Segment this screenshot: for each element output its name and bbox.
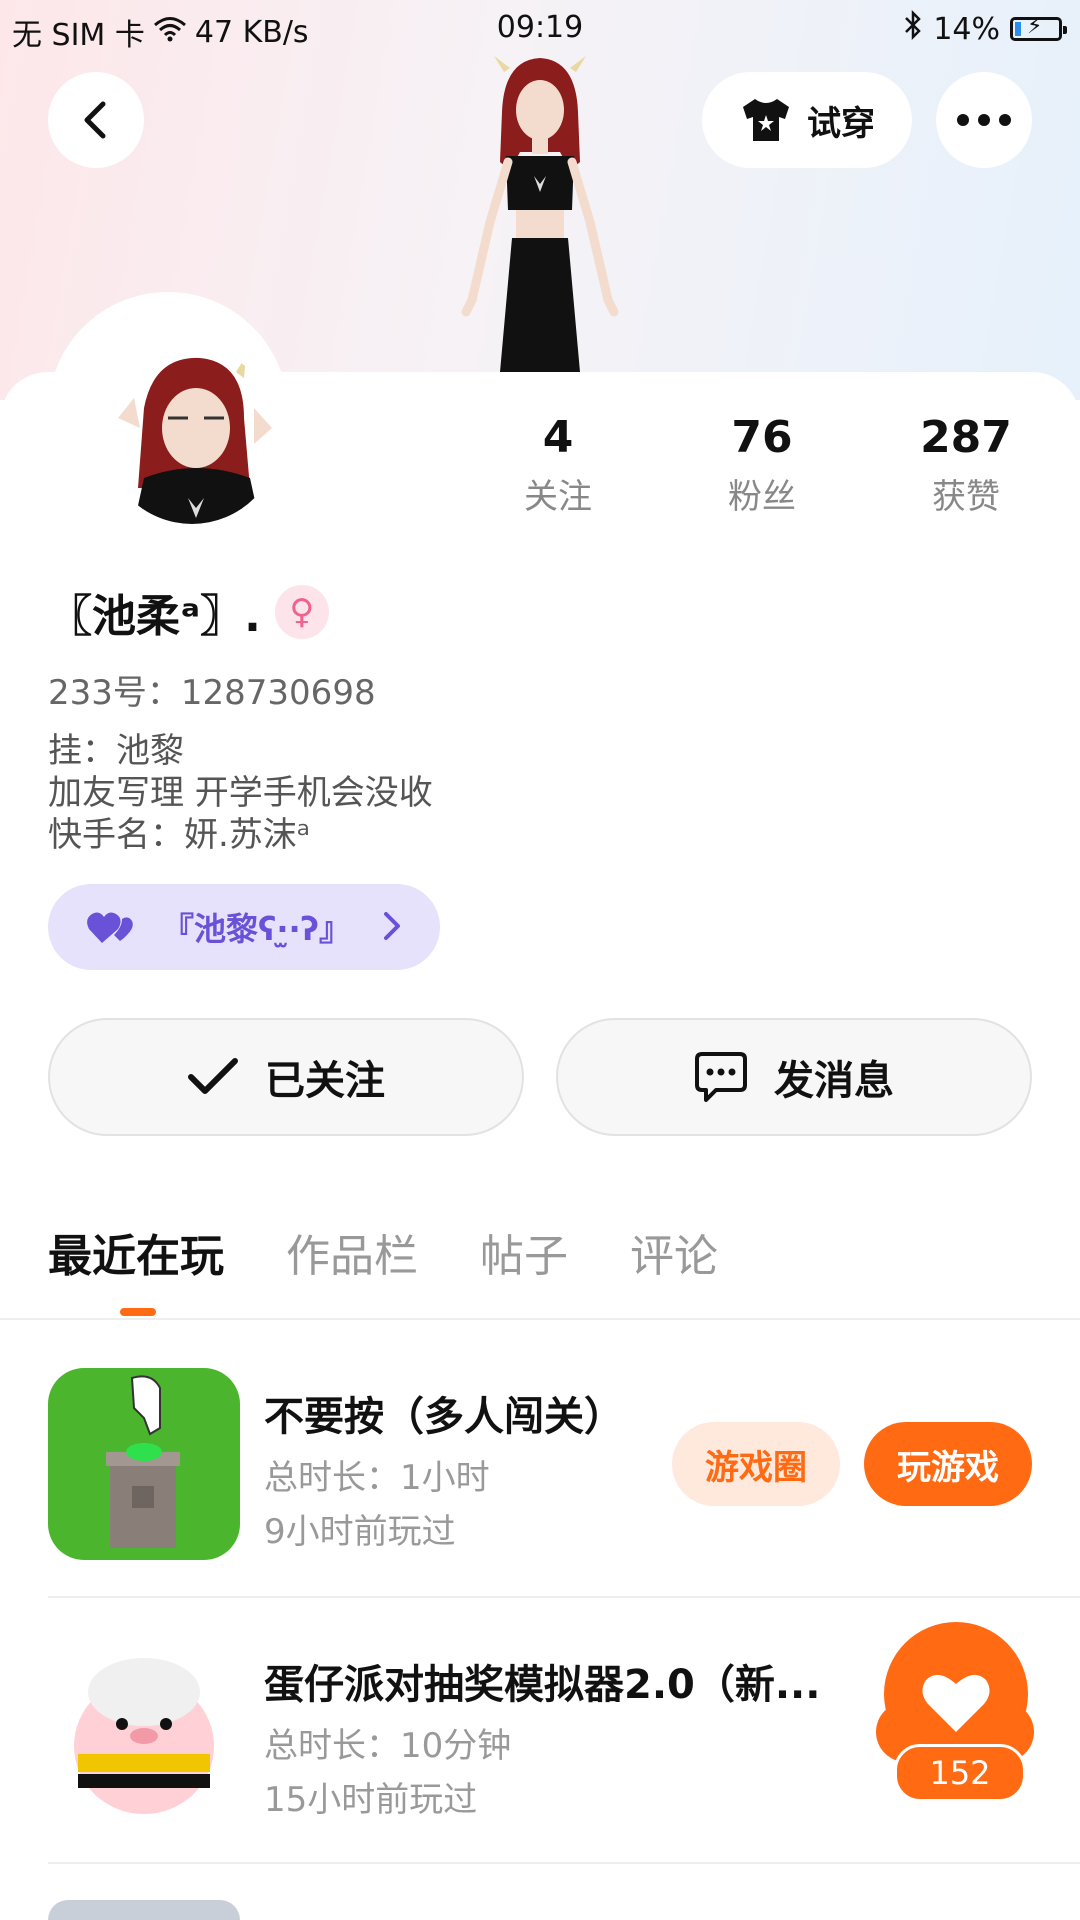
game-icon[interactable]	[48, 1368, 240, 1560]
relationship-tag-label: 『池黎ʕ·̫·ʔ』	[162, 910, 351, 948]
stat-likes-label: 获赞	[932, 477, 1000, 517]
profile-name: 〖池柔ᵃ〗.	[48, 591, 261, 642]
row-divider	[48, 1596, 1080, 1598]
charging-bolt-icon: ⚡	[1027, 14, 1043, 39]
following-button[interactable]: 已关注	[48, 1018, 524, 1136]
game-icon-partial[interactable]	[48, 1900, 240, 1920]
stat-fans[interactable]: 76 粉丝	[682, 412, 842, 518]
game-list-item[interactable]: 不要按（多人闯关） 总时长：1小时 9小时前玩过 游戏圈 玩游戏	[48, 1368, 1080, 1568]
stat-fans-label: 粉丝	[728, 477, 796, 517]
back-button[interactable]	[48, 72, 144, 168]
3d-avatar-figure[interactable]	[420, 52, 660, 372]
chat-bubble-icon	[695, 1052, 747, 1102]
tshirt-icon	[743, 99, 789, 141]
stat-following-value: 4	[542, 412, 574, 463]
row-divider	[48, 1862, 1080, 1864]
game-title: 蛋仔派对抽奖模拟器2.0（新...	[264, 1662, 821, 1708]
game-last-played: 15小时前玩过	[264, 1780, 478, 1820]
bio-line: 挂：池黎	[48, 731, 184, 771]
bio: 挂：池黎 加友写理 开学手机会没收 快手名：妍.苏沫ᵃ	[48, 730, 433, 856]
stat-likes[interactable]: 287 获赞	[886, 412, 1046, 518]
stat-likes-value: 287	[920, 412, 1012, 463]
status-right: 14% ⚡	[903, 9, 1067, 48]
avatar[interactable]	[104, 348, 280, 524]
game-duration: 总时长：10分钟	[264, 1726, 512, 1766]
status-bar: 无 SIM 卡 47 KB/s 09:19 14% ⚡	[0, 0, 1080, 56]
like-button[interactable]	[866, 1622, 1044, 1766]
send-message-button[interactable]: 发消息	[556, 1018, 1032, 1136]
bluetooth-icon	[903, 9, 923, 48]
game-last-played: 9小时前玩过	[264, 1512, 456, 1552]
game-title: 不要按（多人闯关）	[264, 1394, 624, 1440]
more-dots-icon	[957, 114, 1011, 126]
stat-following-label: 关注	[524, 477, 592, 517]
bio-line: 加友写理 开学手机会没收	[48, 773, 433, 813]
chevron-right-icon	[384, 912, 400, 940]
profile-tabs: 最近在玩 作品栏 帖子 评论	[48, 1220, 718, 1284]
double-heart-icon	[87, 912, 133, 943]
game-duration: 总时长：1小时	[264, 1458, 490, 1498]
try-on-label: 试穿	[807, 103, 875, 144]
game-icon[interactable]	[48, 1636, 240, 1828]
game-circle-button[interactable]: 游戏圈	[672, 1422, 840, 1506]
female-icon: ♀	[274, 585, 329, 639]
checkmark-icon	[188, 1058, 238, 1094]
send-message-label: 发消息	[774, 1058, 894, 1104]
following-label: 已关注	[265, 1058, 385, 1104]
tab-comments[interactable]: 评论	[630, 1220, 718, 1284]
tab-posts[interactable]: 帖子	[480, 1220, 568, 1284]
name-row: 〖池柔ᵃ〗. ♀	[48, 580, 329, 644]
try-on-button[interactable]: 试穿	[702, 72, 912, 168]
battery-icon: ⚡	[1010, 14, 1067, 41]
user-id: 233号：128730698	[48, 673, 376, 713]
tab-recently-played[interactable]: 最近在玩	[48, 1220, 224, 1284]
stat-fans-value: 76	[731, 412, 793, 463]
bio-line: 快手名：妍.苏沫ᵃ	[48, 815, 311, 855]
like-count: 152	[894, 1744, 1026, 1802]
battery-fill	[1015, 22, 1021, 36]
stat-following[interactable]: 4 关注	[478, 412, 638, 518]
relationship-tag[interactable]: 『池黎ʕ·̫·ʔ』	[48, 884, 440, 970]
active-tab-indicator	[120, 1308, 156, 1316]
more-options-button[interactable]	[936, 72, 1032, 168]
chevron-left-icon	[84, 101, 106, 139]
tab-works[interactable]: 作品栏	[286, 1220, 418, 1284]
tabs-divider	[0, 1318, 1080, 1320]
play-game-button[interactable]: 玩游戏	[864, 1422, 1032, 1506]
battery-percent: 14%	[933, 11, 1000, 47]
